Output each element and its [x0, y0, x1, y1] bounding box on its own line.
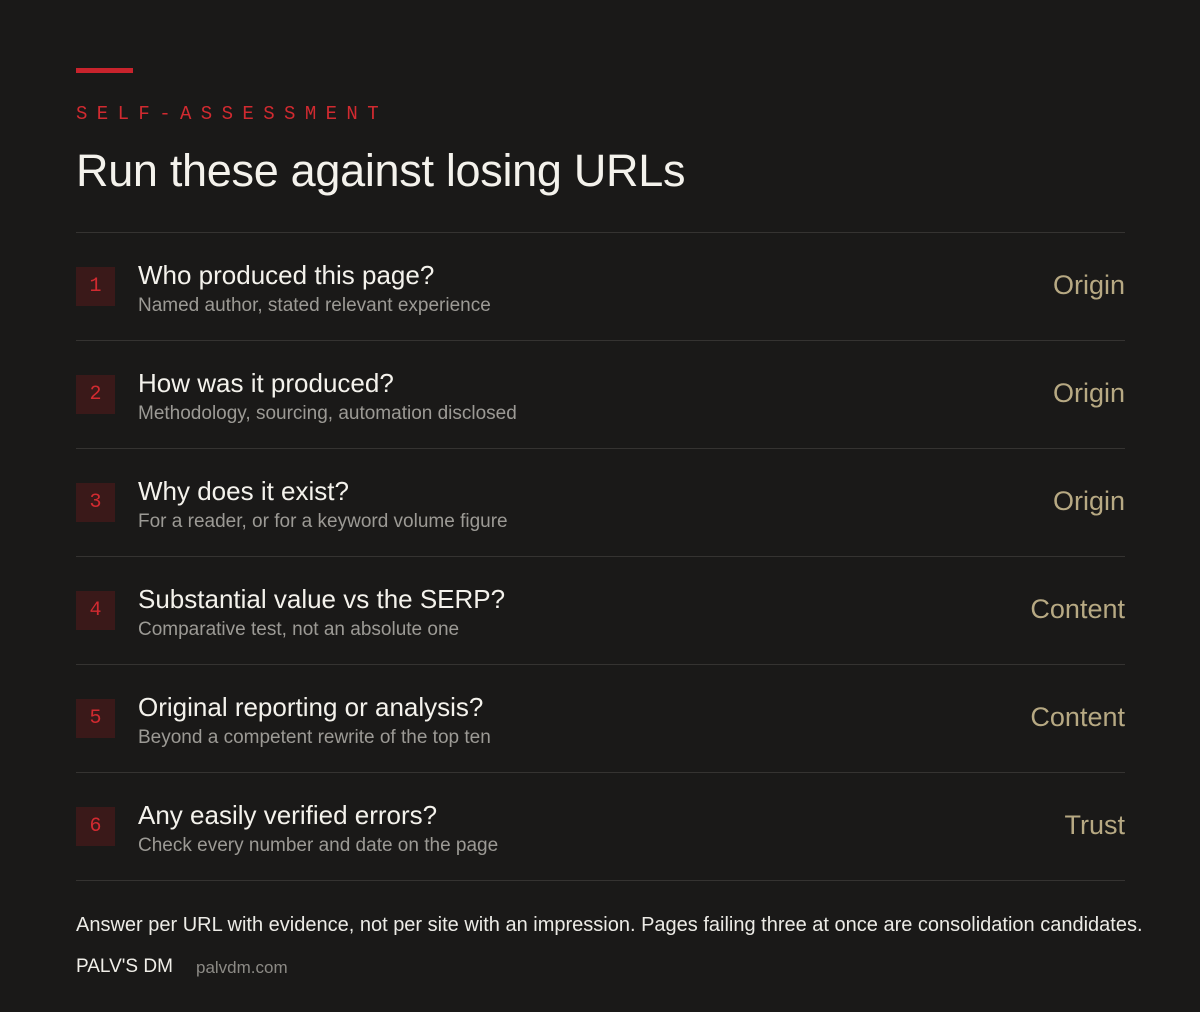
- item-number-badge: 1: [76, 267, 115, 306]
- item-category: Origin: [1052, 270, 1125, 300]
- eyebrow-label: SELF-ASSESSMENT: [76, 103, 389, 125]
- item-category: Origin: [1052, 378, 1125, 408]
- accent-bar: [76, 68, 133, 73]
- item-detail: Named author, stated relevant experience: [138, 295, 491, 316]
- item-question: Any easily verified errors?: [138, 800, 438, 830]
- item-detail: For a reader, or for a keyword volume fi…: [138, 511, 508, 532]
- item-question: Substantial value vs the SERP?: [138, 584, 506, 614]
- item-number-badge: 4: [76, 591, 115, 630]
- assessment-list: 1 Who produced this page? Named author, …: [76, 232, 1125, 881]
- item-detail: Beyond a competent rewrite of the top te…: [138, 727, 491, 748]
- item-question: How was it produced?: [138, 368, 394, 398]
- brand-name: PALV'S DM: [76, 956, 173, 977]
- list-item: 4 Substantial value vs the SERP? Compara…: [76, 557, 1125, 665]
- item-category: Trust: [1064, 810, 1126, 840]
- list-item: 3 Why does it exist? For a reader, or fo…: [76, 449, 1125, 557]
- list-item: 5 Original reporting or analysis? Beyond…: [76, 665, 1125, 773]
- list-item: 2 How was it produced? Methodology, sour…: [76, 341, 1125, 449]
- footnote: Answer per URL with evidence, not per si…: [76, 914, 1143, 936]
- item-detail: Comparative test, not an absolute one: [138, 619, 460, 640]
- item-question: Original reporting or analysis?: [138, 692, 484, 722]
- item-number-badge: 3: [76, 483, 115, 522]
- item-detail: Methodology, sourcing, automation disclo…: [138, 403, 517, 424]
- list-item: 6 Any easily verified errors? Check ever…: [76, 773, 1125, 881]
- item-number-badge: 5: [76, 699, 115, 738]
- item-category: Origin: [1052, 486, 1125, 516]
- item-category: Content: [1030, 702, 1125, 732]
- item-number-badge: 2: [76, 375, 115, 414]
- item-question: Why does it exist?: [138, 476, 349, 506]
- item-detail: Check every number and date on the page: [138, 835, 499, 856]
- page-title: Run these against losing URLs: [76, 145, 686, 196]
- item-question: Who produced this page?: [138, 260, 435, 290]
- item-category: Content: [1030, 594, 1125, 624]
- brand-domain: palvdm.com: [196, 958, 288, 977]
- list-item: 1 Who produced this page? Named author, …: [76, 233, 1125, 341]
- item-number-badge: 6: [76, 807, 115, 846]
